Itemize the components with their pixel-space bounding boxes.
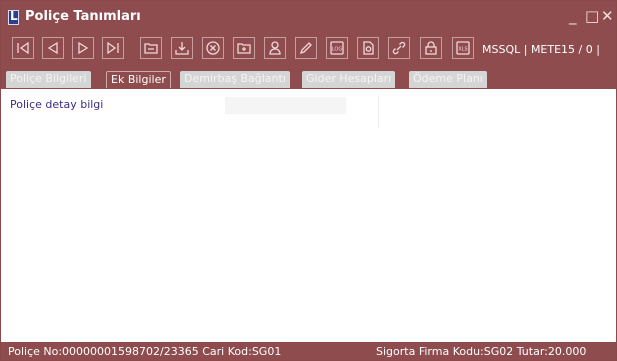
folder-icon [144, 43, 158, 54]
user-button[interactable] [264, 37, 286, 59]
last-record-button[interactable] [102, 37, 124, 59]
tab-odeme-plani[interactable]: Ödeme Planı [409, 71, 487, 88]
tab-gider-hesaplari[interactable]: Gider Hesapları [302, 71, 396, 88]
download-button[interactable] [171, 37, 193, 59]
user-icon [269, 41, 281, 55]
panel-divider [378, 95, 379, 128]
lock-icon [425, 41, 437, 55]
tab-police-bilgileri[interactable]: Poliçe Bilgileri [6, 71, 91, 88]
next-record-icon [78, 41, 89, 55]
tab-ek-bilgiler[interactable]: Ek Bilgiler [106, 71, 171, 88]
folder-button[interactable] [140, 37, 162, 59]
link-button[interactable] [388, 37, 410, 59]
excel-icon: XLS [456, 41, 470, 55]
status-insurance-info: Sigorta Firma Kodu:SG02 Tutar:20.000 [376, 345, 587, 358]
detail-info-label: Poliçe detay bilgi [10, 98, 104, 111]
add-button[interactable] [233, 37, 255, 59]
title-bar: L Poliçe Tanımları _ □ ✕ [1, 1, 616, 33]
log-button[interactable]: LOG [326, 37, 348, 59]
cancel-icon [206, 41, 220, 55]
tab-content-panel: Poliçe detay bilgi [1, 89, 616, 342]
edit-icon [299, 42, 312, 55]
app-logo-letter: L [10, 9, 18, 23]
policy-definitions-window: L Poliçe Tanımları _ □ ✕ LOG XLS MSSQL |… [0, 0, 617, 361]
log-label: LOG [332, 47, 343, 53]
xls-label: XLS [458, 47, 467, 53]
minimize-icon[interactable]: _ [569, 7, 577, 25]
excel-button[interactable]: XLS [452, 37, 474, 59]
maximize-icon[interactable]: □ [585, 7, 599, 25]
document-icon [363, 41, 374, 55]
document-button[interactable] [357, 37, 379, 59]
server-info: MSSQL | METE15 / 0 | [482, 43, 600, 56]
status-policy-info: Poliçe No:00000001598702/23365 Cari Kod:… [8, 345, 282, 358]
first-record-button[interactable] [12, 37, 34, 59]
status-bar: Poliçe No:00000001598702/23365 Cari Kod:… [1, 342, 616, 360]
first-record-icon [17, 41, 29, 55]
edit-button[interactable] [295, 37, 317, 59]
link-icon [392, 41, 406, 55]
add-icon [237, 43, 251, 54]
close-icon[interactable]: ✕ [601, 7, 614, 25]
previous-record-icon [47, 41, 58, 55]
last-record-icon [107, 41, 119, 55]
cancel-button[interactable] [202, 37, 224, 59]
app-logo-icon: L [8, 9, 19, 25]
tab-bar: Poliçe Bilgileri Ek Bilgiler Demirbaş Ba… [1, 67, 616, 89]
tab-demirbas-baglanti[interactable]: Demirbaş Bağlantı [180, 71, 290, 88]
download-icon [175, 42, 189, 55]
lock-button[interactable] [420, 37, 442, 59]
detail-info-input[interactable] [225, 97, 346, 114]
window-title: Poliçe Tanımları [25, 9, 141, 24]
previous-record-button[interactable] [42, 37, 64, 59]
log-icon: LOG [330, 41, 344, 55]
next-record-button[interactable] [72, 37, 94, 59]
toolbar: LOG XLS MSSQL | METE15 / 0 | [1, 33, 616, 67]
